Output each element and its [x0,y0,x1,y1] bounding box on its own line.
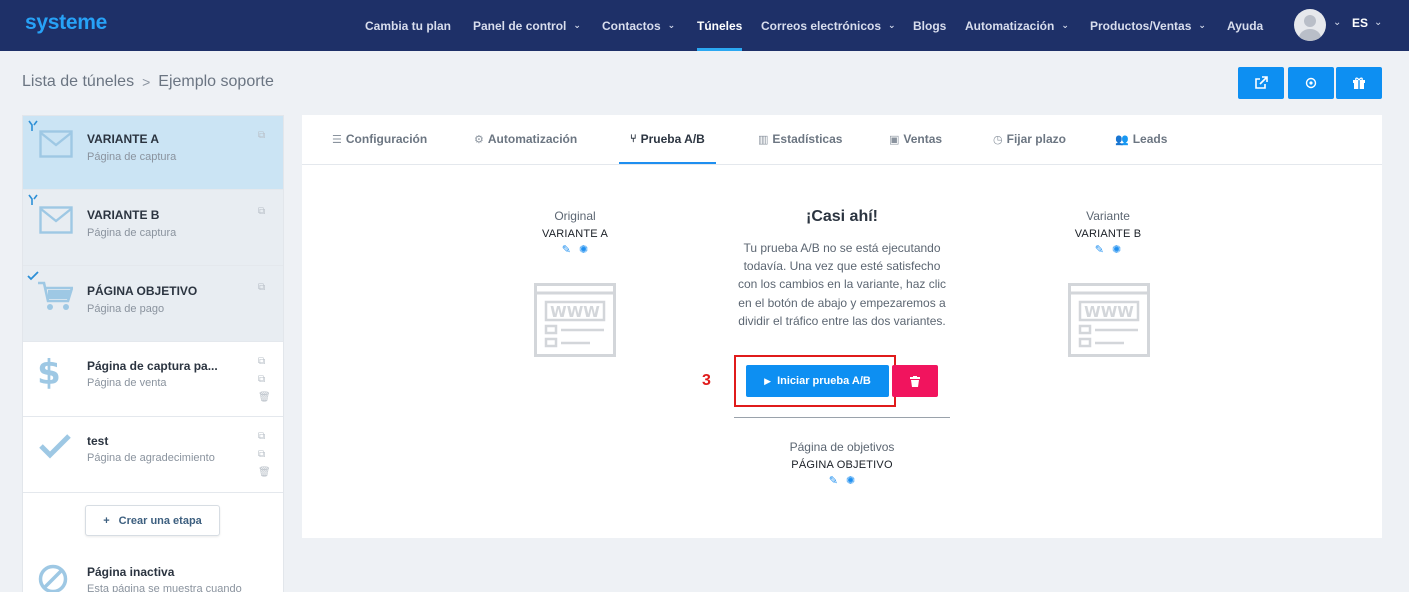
magic-wand-icon[interactable]: ✎ [1095,243,1104,256]
external-link-icon [1255,76,1268,89]
chevron-down-icon[interactable]: ⌄ [1374,17,1382,28]
cart-icon [38,281,73,310]
start-ab-test-button[interactable]: ▶ Iniciar prueba A/B [746,365,889,397]
plus-icon: + [103,514,110,527]
tab-prueba-ab[interactable]: ⑂ Prueba A/B [619,115,716,164]
nav-automatizacion[interactable]: Automatización ⌄ [965,0,1069,51]
annotation-number: 3 [702,372,711,389]
magic-wand-icon[interactable]: ✎ [562,243,571,256]
chevron-down-icon[interactable]: ⌄ [1333,17,1341,28]
divider [734,417,950,418]
breadcrumb: Lista de túneles > Ejemplo soporte [22,73,274,91]
ab-status-title: ¡Casi ahí! [805,208,878,225]
money-icon: ▣ [889,133,900,146]
magic-wand-icon[interactable]: ✎ [829,474,838,487]
trash-icon [910,375,920,387]
gift-button[interactable] [1336,67,1382,99]
nav-panel-de-control[interactable]: Panel de control ⌄ [473,0,581,51]
tab-ventas[interactable]: ▣ Ventas [889,115,942,163]
step-test[interactable]: test Página de agradecimiento ⧉ ⧉ 🗑 [23,417,283,493]
list-icon: ☰ [332,133,342,146]
envelope-icon [39,130,73,158]
step-variante-b[interactable]: VARIANTE B Página de captura ⧉ [23,190,283,266]
chevron-down-icon: ⌄ [573,20,581,30]
settings-icon [1305,77,1317,89]
chevron-right-icon: > [142,74,151,90]
tab-leads[interactable]: 👥 Leads [1115,115,1167,163]
systeme-logo[interactable]: systeme [25,11,107,35]
nav-tuneles[interactable]: Túneles [697,0,743,51]
copy-icon[interactable]: ⧉ [258,431,265,442]
ab-status-description: Tu prueba A/B no se está ejecutando toda… [737,241,947,328]
copy-icon[interactable]: ⧉ [258,282,265,293]
dollar-icon: $ [39,354,59,390]
bar-chart-icon: ▥ [758,133,769,146]
tabs-bar: ☰ Configuración ⚙ Automatización ⑂ Prueba A… [302,115,1382,165]
ab-test-panel: ☰ Configuración ⚙ Automatización ⑂ Prueba A… [302,115,1382,538]
variant-b: Variante VARIANTE B ✎ ✺ [1074,209,1142,256]
copy-icon[interactable]: ⧉ [258,206,265,217]
copy-icon[interactable]: ⧉ [258,130,265,141]
nav-cambia-tu-plan[interactable]: Cambia tu plan [365,0,451,51]
step-pagina-objetivo[interactable]: PÁGINA OBJETIVO Página de pago ⧉ [23,266,283,342]
clone-icon[interactable]: ⧉ [258,449,265,460]
gear-icon[interactable]: ✺ [579,243,588,256]
play-icon: ▶ [764,375,772,386]
gear-icon[interactable]: ✺ [1112,243,1121,256]
clone-icon[interactable]: ⧉ [258,374,265,385]
user-avatar[interactable] [1294,9,1326,41]
nav-contactos[interactable]: Contactos ⌄ [602,0,675,51]
users-icon: 👥 [1115,133,1129,146]
step-pagina-de-captura[interactable]: $ Página de captura pa... Página de vent… [23,342,283,417]
nav-ayuda[interactable]: Ayuda [1227,0,1263,51]
split-icon [28,194,38,205]
tab-automatizacion[interactable]: ⚙ Automatización [474,115,577,163]
step-pagina-inactiva[interactable]: Página inactiva Esta página se muestra c… [23,544,283,592]
webpage-placeholder-icon: WWW [534,283,616,357]
step-variante-a[interactable]: VARIANTE A Página de captura ⧉ [23,116,283,190]
prohibited-icon [38,564,68,592]
tab-estadisticas[interactable]: ▥ Estadísticas [758,115,842,163]
split-icon [28,120,38,131]
gears-icon: ⚙ [474,133,484,146]
envelope-icon [39,206,73,234]
breadcrumb-funnel-list[interactable]: Lista de túneles [22,73,134,91]
funnel-settings-button[interactable] [1288,67,1334,99]
copy-icon[interactable]: ⧉ [258,356,265,367]
trash-icon[interactable]: 🗑 [258,392,271,403]
chevron-down-icon: ⌄ [667,20,676,30]
create-step-button[interactable]: + Crear una etapa [85,505,220,536]
breadcrumb-current: Ejemplo soporte [158,73,274,90]
checkmark-icon [39,434,71,459]
webpage-placeholder-icon: WWW [1068,283,1150,357]
nav-productos-ventas[interactable]: Productos/Ventas ⌄ [1090,0,1206,51]
tab-configuracion[interactable]: ☰ Configuración [332,115,427,163]
top-navbar: systeme Cambia tu plan Panel de control ⌄… [0,0,1409,51]
gear-icon[interactable]: ✺ [846,474,855,487]
nav-correos-electronicos[interactable]: Correos electrónicos ⌄ [761,0,896,51]
split-icon: ⑂ [630,133,637,145]
open-link-button[interactable] [1238,67,1284,99]
clock-icon: ◷ [993,133,1003,146]
delete-variant-button[interactable] [892,365,938,397]
language-selector[interactable]: ES [1352,16,1368,30]
goal-page: Página de objetivos PÁGINA OBJETIVO ✎ ✺ [789,440,895,487]
svg-text:WWW: WWW [1084,303,1134,321]
chevron-down-icon: ⌄ [888,20,896,30]
original-variant: Original VARIANTE A ✎ ✺ [542,209,608,256]
svg-text:$: $ [39,354,59,390]
trash-icon[interactable]: 🗑 [258,467,271,478]
chevron-down-icon: ⌄ [1198,20,1206,30]
gift-icon [1353,77,1365,89]
svg-text:WWW: WWW [550,303,600,321]
tab-fijar-plazo[interactable]: ◷ Fijar plazo [993,115,1066,163]
nav-blogs[interactable]: Blogs [913,0,946,51]
chevron-down-icon: ⌄ [1061,20,1069,30]
